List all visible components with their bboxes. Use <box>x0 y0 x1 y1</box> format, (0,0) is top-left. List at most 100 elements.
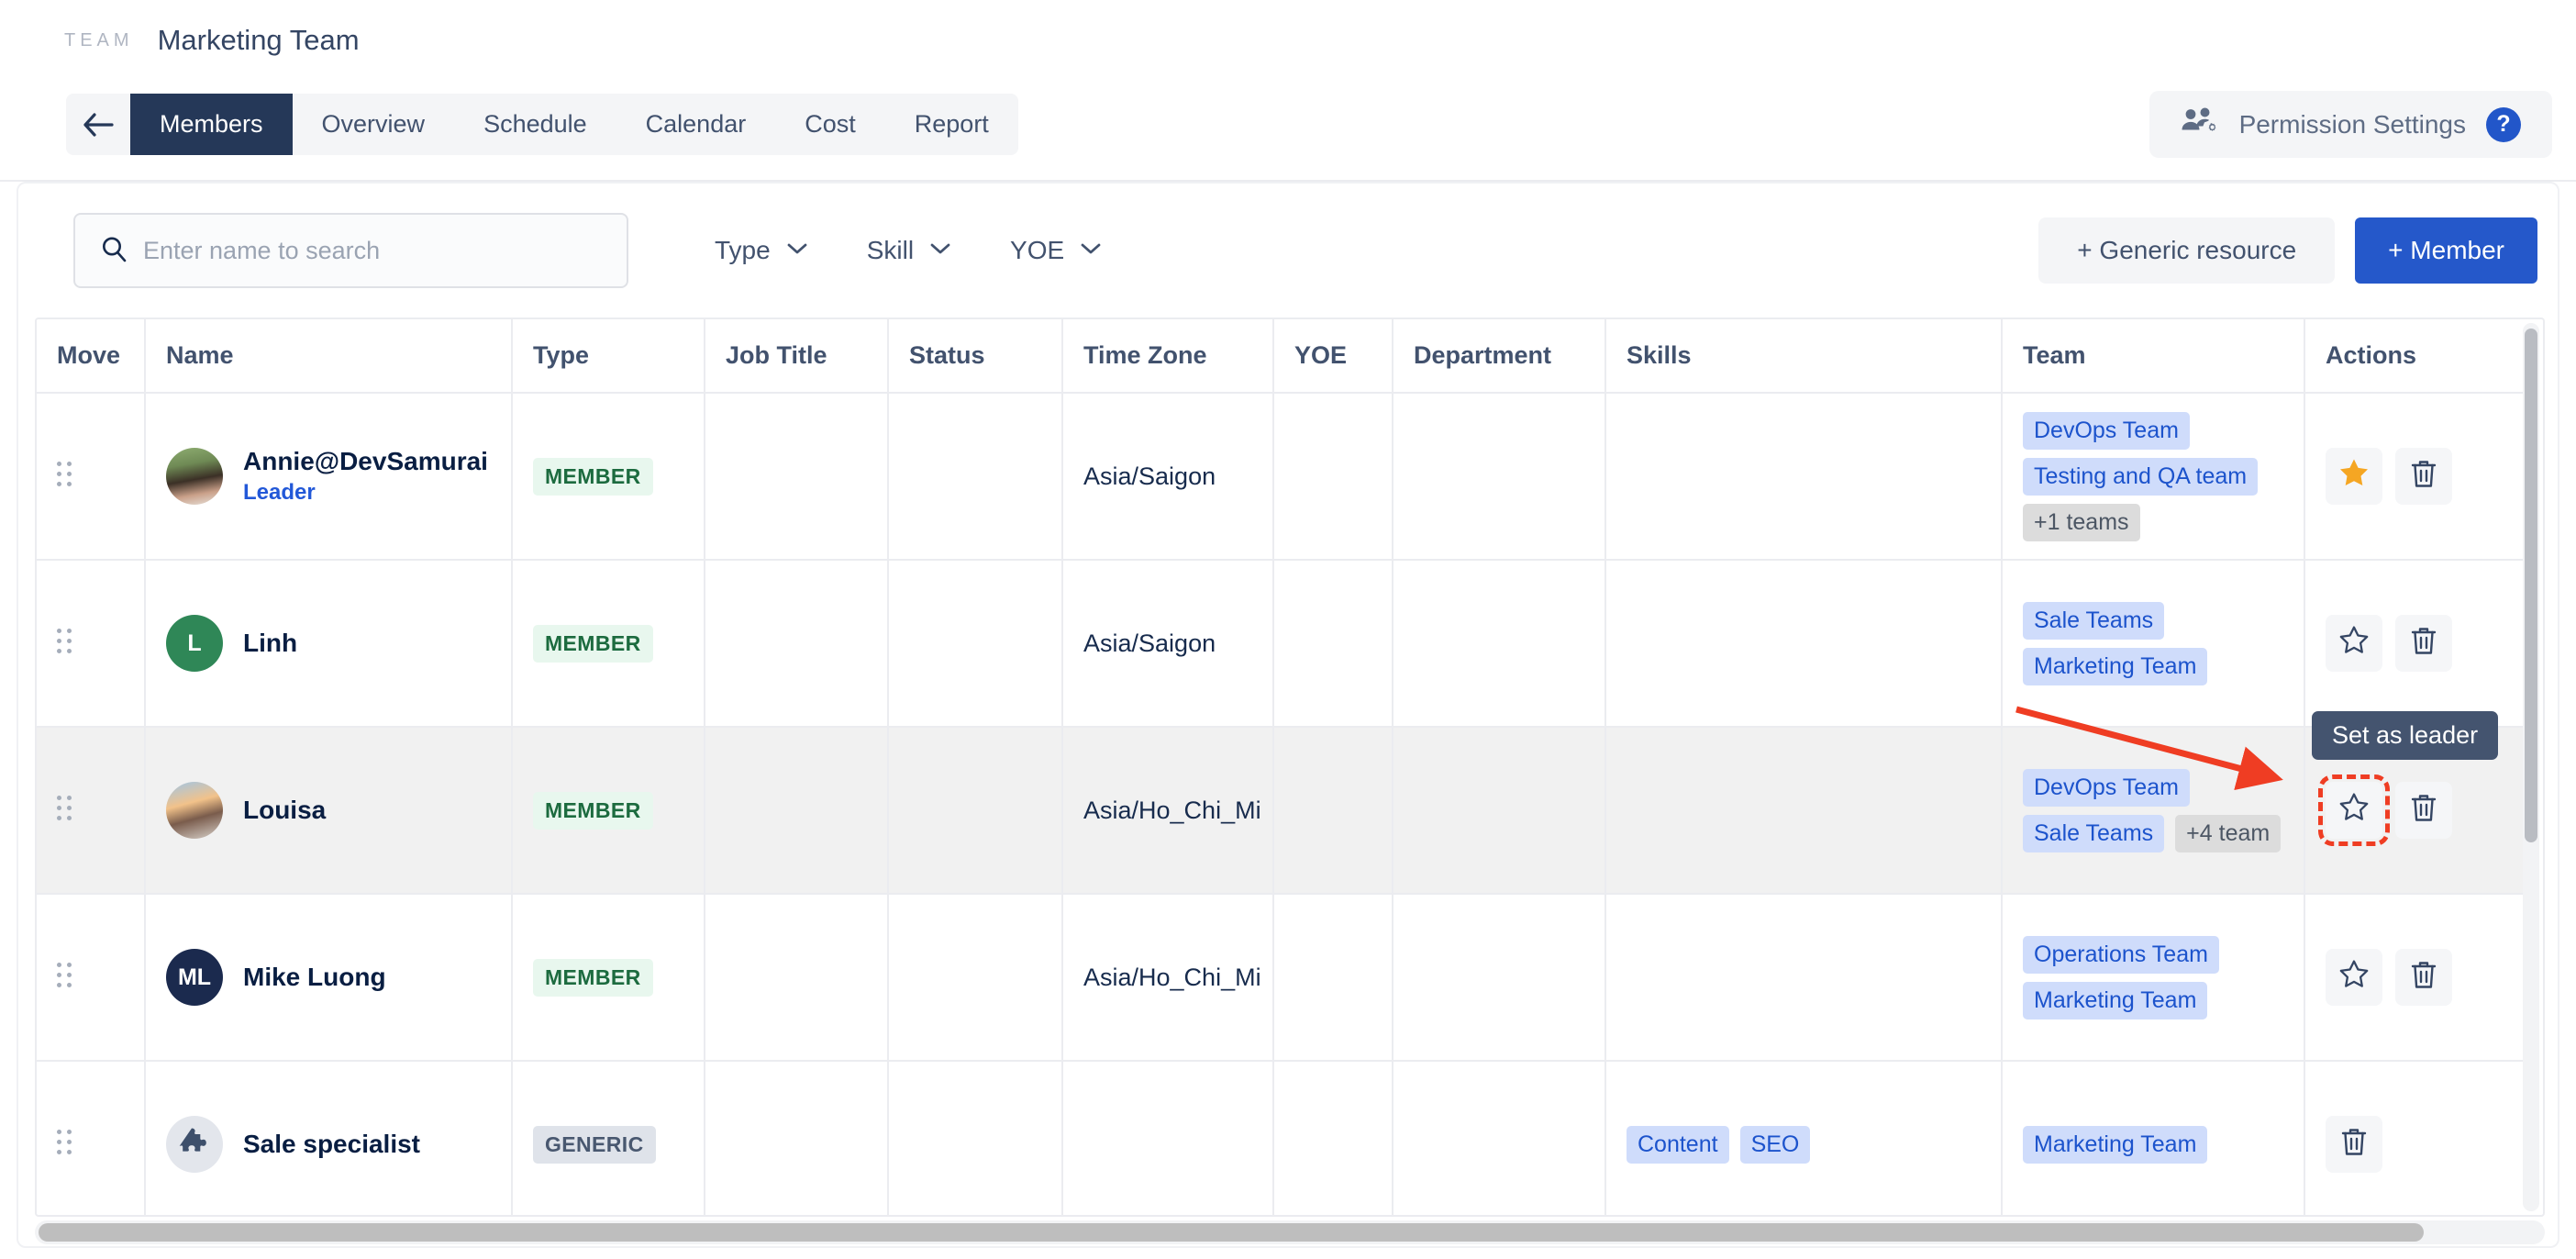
tab-bar: Members Overview Schedule Calendar Cost … <box>0 81 2576 168</box>
star-filled-icon <box>2338 458 2370 495</box>
permission-settings-button[interactable]: Permission Settings ? <box>2149 91 2552 158</box>
table-header-row: Move Name Type Job Title Status Time Zon… <box>37 319 2525 394</box>
team-chip[interactable]: Testing and QA team <box>2023 457 2259 496</box>
cell-type: MEMBER <box>512 560 705 728</box>
column-header-type[interactable]: Type <box>512 319 705 394</box>
filter-yoe-label: YOE <box>1010 236 1065 264</box>
row-actions <box>2326 949 2525 1006</box>
cell-skills <box>1605 727 2003 895</box>
tab-cost[interactable]: Cost <box>775 94 885 155</box>
breadcrumb-kicker: TEAM <box>64 29 134 50</box>
cell-job-title <box>705 393 889 561</box>
column-header-job-title[interactable]: Job Title <box>705 319 889 394</box>
help-icon[interactable]: ? <box>2486 106 2521 142</box>
add-generic-resource-button[interactable]: + Generic resource <box>2038 217 2336 284</box>
column-header-time-zone[interactable]: Time Zone <box>1062 319 1274 394</box>
tooltip-set-as-leader: Set as leader <box>2312 711 2499 760</box>
column-header-skills[interactable]: Skills <box>1605 319 2003 394</box>
tab-report[interactable]: Report <box>885 94 1018 155</box>
vertical-scrollbar-thumb[interactable] <box>2525 329 2537 842</box>
delete-row-button[interactable] <box>2395 782 2452 839</box>
set-as-leader-button[interactable] <box>2326 615 2382 672</box>
column-header-team[interactable]: Team <box>2002 319 2305 394</box>
delete-row-button[interactable] <box>2395 615 2452 672</box>
cell-status <box>888 1061 1063 1215</box>
member-name: Sale specialist <box>243 1130 421 1158</box>
filter-skill[interactable]: Skill <box>838 236 981 265</box>
back-button[interactable] <box>66 94 130 155</box>
tab-label: Calendar <box>645 110 747 138</box>
page-title: Marketing Team <box>157 24 360 56</box>
delete-row-button[interactable] <box>2395 448 2452 505</box>
add-member-button[interactable]: + Member <box>2355 217 2537 284</box>
delete-row-button[interactable] <box>2395 949 2452 1006</box>
cell-status <box>888 393 1063 561</box>
search-input[interactable] <box>143 236 565 265</box>
star-outline-icon <box>2338 959 2370 996</box>
team-chip[interactable]: Sale Teams <box>2023 814 2165 852</box>
vertical-scrollbar[interactable] <box>2523 323 2539 1211</box>
team-chip[interactable]: Operations Team <box>2023 935 2219 974</box>
cell-status <box>888 727 1063 895</box>
tab-members[interactable]: Members <box>130 94 293 155</box>
filters-toolbar: Type Skill YOE + Generic resource + Mem <box>18 184 2561 318</box>
cell-name: Louisa <box>145 727 513 895</box>
cell-type: MEMBER <box>512 727 705 895</box>
filter-skill-label: Skill <box>866 236 915 264</box>
breadcrumb: TEAM Marketing Team <box>0 0 2576 81</box>
puzzle-icon <box>178 1125 211 1164</box>
team-more-chip[interactable]: +1 teams <box>2023 503 2140 541</box>
team-chip[interactable]: DevOps Team <box>2023 411 2190 450</box>
avatar <box>166 782 223 839</box>
column-header-move[interactable]: Move <box>37 319 146 394</box>
set-as-leader-button[interactable] <box>2326 949 2382 1006</box>
cell-type: MEMBER <box>512 393 705 561</box>
search-box[interactable] <box>73 213 628 288</box>
cell-time-zone <box>1062 1061 1274 1215</box>
horizontal-scrollbar[interactable] <box>35 1220 2545 1244</box>
tab-calendar[interactable]: Calendar <box>616 94 776 155</box>
table-row[interactable]: ML Mike Luong MEMBER Asia/Ho_Chi_Mi Operatio… <box>37 894 2525 1062</box>
column-header-actions: Actions <box>2304 319 2525 394</box>
filter-yoe[interactable]: YOE <box>981 236 1131 265</box>
filter-type[interactable]: Type <box>685 236 838 265</box>
table-row[interactable]: Annie@DevSamurai Leader MEMBER Asia/Saigon D… <box>37 393 2525 561</box>
horizontal-scrollbar-thumb[interactable] <box>39 1223 2424 1242</box>
column-header-yoe[interactable]: YOE <box>1273 319 1393 394</box>
tab-schedule[interactable]: Schedule <box>454 94 616 155</box>
set-as-leader-button[interactable] <box>2326 448 2382 505</box>
column-header-department[interactable]: Department <box>1393 319 1606 394</box>
filter-group: Type Skill YOE <box>685 236 1131 265</box>
tab-label: Cost <box>805 110 856 138</box>
skill-chip[interactable]: Content <box>1627 1125 1729 1164</box>
table-row[interactable]: Sale specialist GENERIC Content SEO Marketin… <box>37 1061 2525 1215</box>
chevron-down-icon <box>1080 241 1102 261</box>
team-chip[interactable]: Sale Teams <box>2023 601 2165 640</box>
cell-skills <box>1605 560 2003 728</box>
drag-handle[interactable] <box>57 963 72 992</box>
drag-handle[interactable] <box>57 1130 72 1159</box>
drag-handle[interactable] <box>57 796 72 825</box>
cell-yoe <box>1273 727 1393 895</box>
column-header-status[interactable]: Status <box>888 319 1063 394</box>
team-chip[interactable]: Marketing Team <box>2023 1125 2208 1164</box>
delete-row-button[interactable] <box>2326 1116 2382 1173</box>
cell-move[interactable] <box>37 393 146 561</box>
team-more-chip[interactable]: +4 team <box>2175 814 2282 852</box>
cell-move[interactable] <box>37 894 146 1062</box>
cell-time-zone: Asia/Ho_Chi_Mi <box>1062 727 1274 895</box>
member-name: Louisa <box>243 796 327 824</box>
tab-label: Overview <box>321 110 426 138</box>
team-chip[interactable]: Marketing Team <box>2023 981 2208 1019</box>
cell-move[interactable] <box>37 560 146 728</box>
skill-chip[interactable]: SEO <box>1739 1125 1811 1164</box>
column-header-name[interactable]: Name <box>145 319 513 394</box>
cell-move[interactable] <box>37 1061 146 1215</box>
member-name: Annie@DevSamurai <box>243 447 488 475</box>
drag-handle[interactable] <box>57 462 72 491</box>
cell-move[interactable] <box>37 727 146 895</box>
trash-icon <box>2409 792 2438 830</box>
tab-overview[interactable]: Overview <box>293 94 455 155</box>
drag-handle[interactable] <box>57 629 72 658</box>
team-chip[interactable]: Marketing Team <box>2023 647 2208 685</box>
